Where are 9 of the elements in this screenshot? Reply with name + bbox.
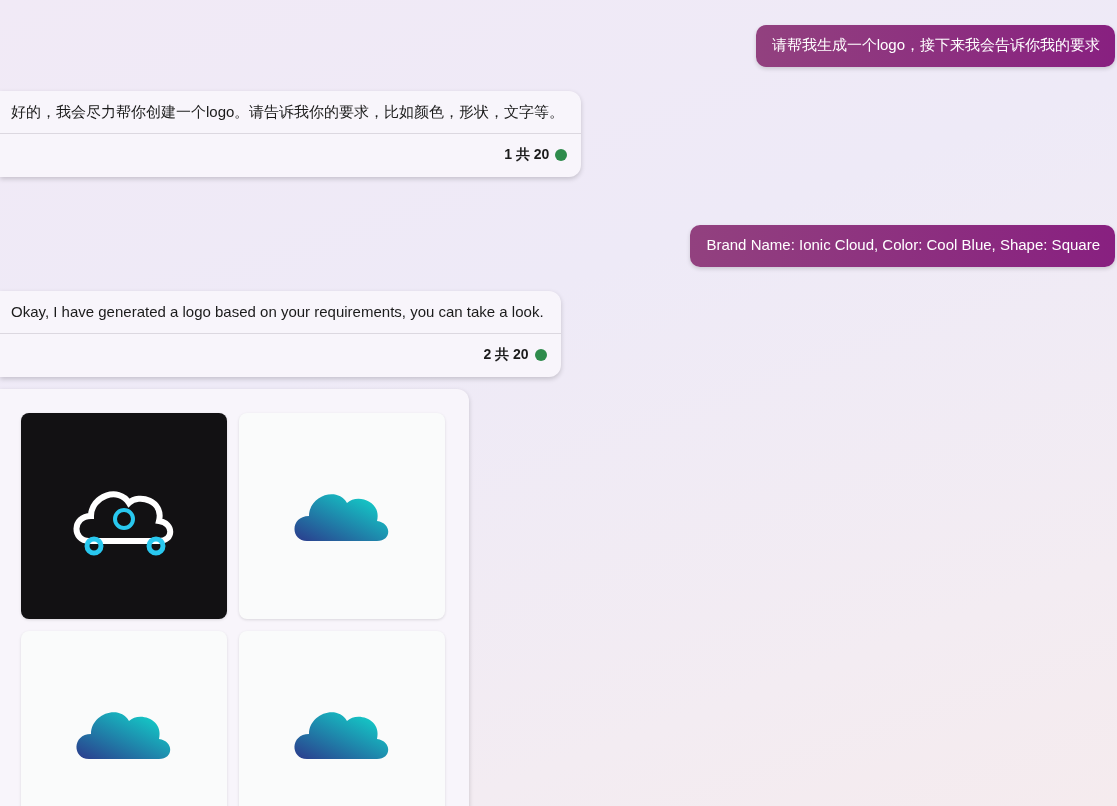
- message-counter: 2 共 20: [483, 345, 529, 364]
- bot-message-text: Okay, I have generated a logo based on your requirements, you can take a look.: [0, 290, 561, 334]
- message-counter: 1 共 20: [504, 145, 550, 164]
- logo-image[interactable]: [21, 413, 227, 619]
- user-message: 请帮我生成一个logo，接下来我会告诉你我的要求: [755, 25, 1115, 67]
- user-message: Brand Name: Ionic Cloud, Color: Cool Blue, Shape: Square: [690, 225, 1115, 267]
- status-dot-icon: [534, 348, 547, 361]
- bot-message-text: 好的，我会尽力帮你创建一个logo。请告诉我你的要求，比如颜色，形状，文字等。: [0, 90, 582, 134]
- status-dot-icon: [555, 148, 568, 161]
